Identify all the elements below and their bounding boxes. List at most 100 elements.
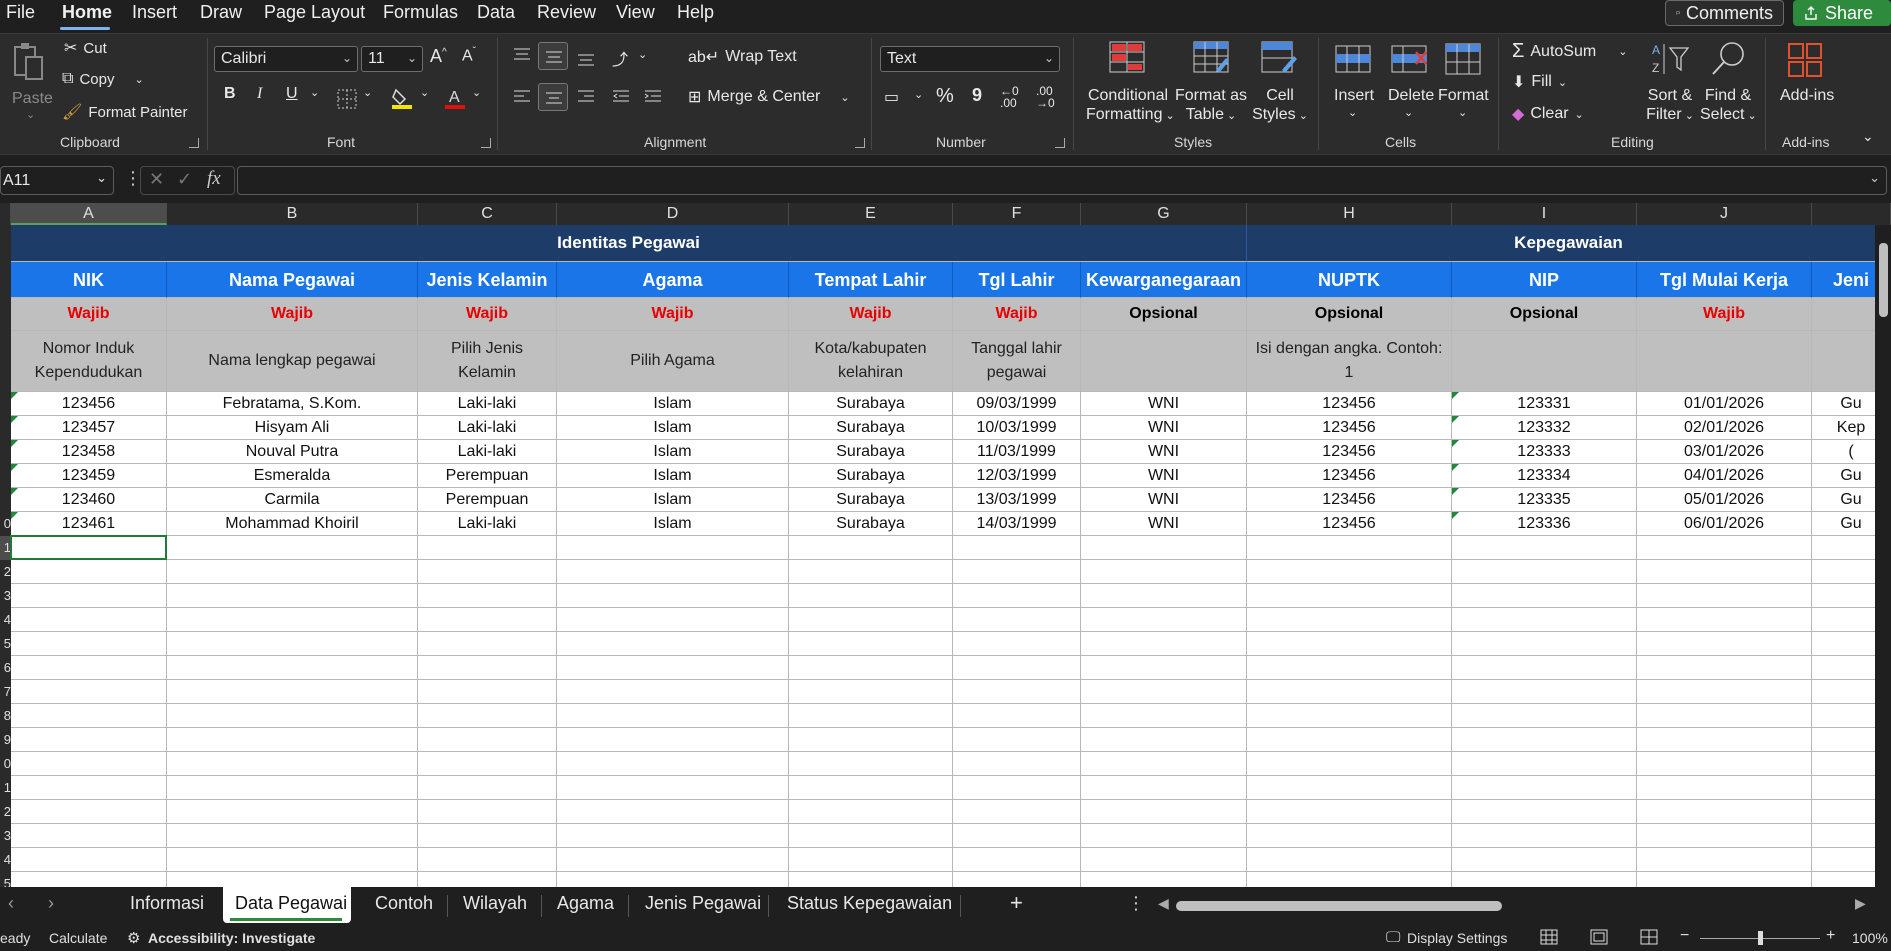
empty-cell[interactable] bbox=[1452, 848, 1637, 872]
empty-cell[interactable] bbox=[953, 824, 1081, 848]
find-select-button[interactable]: Find & Select ⌄ bbox=[1700, 38, 1757, 128]
empty-cell[interactable] bbox=[953, 584, 1081, 608]
empty-cell[interactable] bbox=[11, 752, 167, 776]
menu-review[interactable]: Review bbox=[537, 2, 596, 23]
empty-cell[interactable] bbox=[11, 824, 167, 848]
empty-cell[interactable] bbox=[11, 680, 167, 704]
wrap-text-button[interactable]: ab↵ Wrap Text bbox=[688, 47, 797, 67]
empty-cell[interactable] bbox=[167, 608, 418, 632]
requirement-cell[interactable]: Wajib bbox=[789, 298, 953, 331]
description-cell[interactable]: Tanggal lahir pegawai bbox=[953, 331, 1081, 392]
table-cell[interactable]: 12/03/1999 bbox=[953, 464, 1081, 488]
copy-button[interactable]: ⧉ Copy ⌄ bbox=[62, 70, 144, 88]
empty-cell[interactable] bbox=[1247, 536, 1452, 560]
empty-cell[interactable] bbox=[1247, 824, 1452, 848]
empty-cell[interactable] bbox=[953, 800, 1081, 824]
autosum-button[interactable]: Σ AutoSum ⌄ bbox=[1512, 40, 1627, 63]
empty-cell[interactable] bbox=[11, 728, 167, 752]
table-cell[interactable]: Surabaya bbox=[789, 416, 953, 440]
empty-cell[interactable] bbox=[418, 800, 557, 824]
accessibility-status[interactable]: Accessibility: Investigate bbox=[148, 930, 315, 946]
table-cell[interactable]: Carmila bbox=[167, 488, 418, 512]
field-header[interactable]: Jenis Kelamin bbox=[418, 262, 557, 298]
increase-font-icon[interactable]: A^ bbox=[430, 46, 447, 67]
empty-cell[interactable] bbox=[789, 704, 953, 728]
empty-cell[interactable] bbox=[1081, 704, 1247, 728]
empty-cell[interactable] bbox=[953, 656, 1081, 680]
share-button[interactable]: Share bbox=[1793, 0, 1891, 26]
table-cell[interactable]: 123458 bbox=[11, 440, 167, 464]
conditional-formatting-button[interactable]: Conditional Formatting ⌄ bbox=[1082, 38, 1175, 128]
field-header[interactable]: NIP bbox=[1452, 262, 1637, 298]
menu-help[interactable]: Help bbox=[677, 2, 714, 23]
table-cell[interactable]: Islam bbox=[557, 392, 789, 416]
empty-cell[interactable] bbox=[1452, 800, 1637, 824]
empty-cell[interactable] bbox=[167, 848, 418, 872]
empty-cell[interactable] bbox=[11, 704, 167, 728]
clear-button[interactable]: ◆ Clear ⌄ bbox=[1512, 104, 1584, 124]
zoom-in-button[interactable]: + bbox=[1826, 927, 1835, 945]
sheet-tab-contoh[interactable]: Contoh bbox=[375, 893, 433, 914]
table-cell[interactable]: 123336 bbox=[1452, 512, 1637, 536]
row-header[interactable] bbox=[0, 416, 11, 440]
empty-cell[interactable] bbox=[557, 560, 789, 584]
menu-file[interactable]: File bbox=[6, 2, 35, 23]
column-header-e[interactable]: E bbox=[789, 203, 953, 225]
table-cell[interactable]: 123456 bbox=[11, 392, 167, 416]
empty-cell[interactable] bbox=[1247, 704, 1452, 728]
empty-cell[interactable] bbox=[1452, 728, 1637, 752]
font-color-dropdown-icon[interactable]: ⌄ bbox=[472, 86, 481, 99]
calculate-status[interactable]: Calculate bbox=[49, 930, 107, 946]
table-cell[interactable]: Islam bbox=[557, 464, 789, 488]
empty-cell[interactable] bbox=[1637, 800, 1812, 824]
column-header-d[interactable]: D bbox=[557, 203, 789, 225]
row-header[interactable]: 5 bbox=[0, 632, 11, 656]
scroll-right-icon[interactable]: ▶ bbox=[1855, 895, 1866, 912]
empty-cell[interactable] bbox=[557, 680, 789, 704]
empty-cell[interactable] bbox=[789, 608, 953, 632]
empty-cell[interactable] bbox=[557, 776, 789, 800]
empty-cell[interactable] bbox=[418, 752, 557, 776]
table-cell[interactable]: Febratama, S.Kom. bbox=[167, 392, 418, 416]
empty-cell[interactable] bbox=[167, 632, 418, 656]
zoom-level[interactable]: 100% bbox=[1852, 930, 1888, 946]
empty-cell[interactable] bbox=[1452, 824, 1637, 848]
table-cell[interactable]: Surabaya bbox=[789, 392, 953, 416]
sheet-tab-agama[interactable]: Agama bbox=[557, 893, 614, 914]
empty-cell[interactable] bbox=[11, 608, 167, 632]
empty-cell[interactable] bbox=[789, 752, 953, 776]
empty-cell[interactable] bbox=[953, 728, 1081, 752]
empty-cell[interactable] bbox=[11, 560, 167, 584]
table-cell[interactable]: 123456 bbox=[1247, 440, 1452, 464]
name-box[interactable]: A11 ⌄ bbox=[0, 166, 114, 195]
empty-cell[interactable] bbox=[789, 848, 953, 872]
empty-cell[interactable] bbox=[1452, 584, 1637, 608]
menu-formulas[interactable]: Formulas bbox=[383, 2, 458, 23]
column-header-j[interactable]: J bbox=[1637, 203, 1812, 225]
empty-cell[interactable] bbox=[167, 776, 418, 800]
empty-cell[interactable] bbox=[953, 776, 1081, 800]
empty-cell[interactable] bbox=[11, 632, 167, 656]
align-left-icon[interactable] bbox=[512, 88, 532, 106]
description-cell[interactable]: Nama lengkap pegawai bbox=[167, 331, 418, 392]
empty-cell[interactable] bbox=[167, 680, 418, 704]
empty-cell[interactable] bbox=[557, 536, 789, 560]
table-cell[interactable]: Hisyam Ali bbox=[167, 416, 418, 440]
empty-cell[interactable] bbox=[953, 560, 1081, 584]
align-center-button[interactable] bbox=[538, 83, 568, 111]
empty-cell[interactable] bbox=[1247, 680, 1452, 704]
empty-cell[interactable] bbox=[1637, 656, 1812, 680]
empty-cell[interactable] bbox=[789, 776, 953, 800]
empty-cell[interactable] bbox=[1247, 584, 1452, 608]
column-header-g[interactable]: G bbox=[1081, 203, 1247, 225]
empty-cell[interactable] bbox=[167, 752, 418, 776]
empty-cell[interactable] bbox=[418, 608, 557, 632]
empty-cell[interactable] bbox=[1637, 776, 1812, 800]
row-header[interactable] bbox=[0, 298, 11, 331]
empty-cell[interactable] bbox=[557, 752, 789, 776]
table-cell[interactable]: 123456 bbox=[1247, 416, 1452, 440]
number-format-select[interactable]: Text ⌄ bbox=[880, 46, 1060, 72]
fill-button[interactable]: ⬇ Fill ⌄ bbox=[1512, 72, 1567, 92]
field-header[interactable]: Nama Pegawai bbox=[167, 262, 418, 298]
table-cell[interactable]: 04/01/2026 bbox=[1637, 464, 1812, 488]
